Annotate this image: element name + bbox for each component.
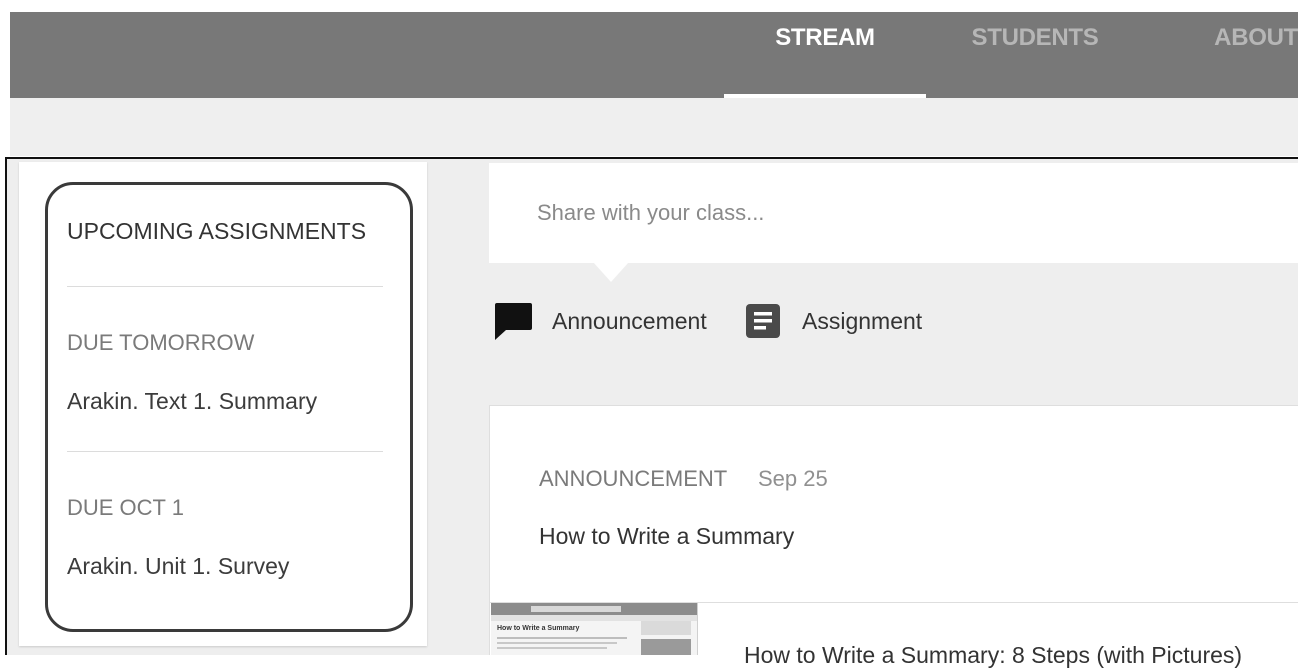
share-box-pointer xyxy=(593,262,629,282)
thumbnail-heading: How to Write a Summary xyxy=(497,625,580,632)
assignment-link[interactable]: Arakin. Unit 1. Survey xyxy=(67,553,289,580)
top-navigation-bar: STREAM STUDENTS ABOUT xyxy=(10,12,1298,98)
chat-bubble-icon xyxy=(492,302,534,347)
post-title: How to Write a Summary xyxy=(539,523,795,549)
announcement-button[interactable]: Announcement xyxy=(492,302,732,342)
assignment-link[interactable]: Arakin. Text 1. Summary xyxy=(67,388,317,415)
announcement-label: Announcement xyxy=(552,308,707,334)
divider xyxy=(67,286,383,287)
assignment-icon xyxy=(745,303,781,344)
upcoming-assignments-title: UPCOMING ASSIGNMENTS xyxy=(67,218,367,244)
tab-stream[interactable]: STREAM xyxy=(724,12,926,98)
subheader-bar xyxy=(10,98,1298,156)
assignment-button[interactable]: Assignment xyxy=(745,302,945,342)
due-date-label: DUE TOMORROW xyxy=(67,330,255,355)
due-date-label: DUE OCT 1 xyxy=(67,495,184,520)
share-input-placeholder[interactable]: Share with your class... xyxy=(537,200,764,226)
tab-students[interactable]: STUDENTS xyxy=(960,12,1110,98)
divider xyxy=(67,451,383,452)
post-type-label: ANNOUNCEMENT xyxy=(539,466,728,491)
attachment-thumbnail[interactable]: How to Write a Summary xyxy=(491,603,698,655)
post-date: Sep 25 xyxy=(758,466,828,491)
attachment-link[interactable]: How to Write a Summary: 8 Steps (with Pi… xyxy=(744,642,1242,669)
assignment-label: Assignment xyxy=(802,308,923,334)
tab-about[interactable]: ABOUT xyxy=(1192,12,1298,98)
